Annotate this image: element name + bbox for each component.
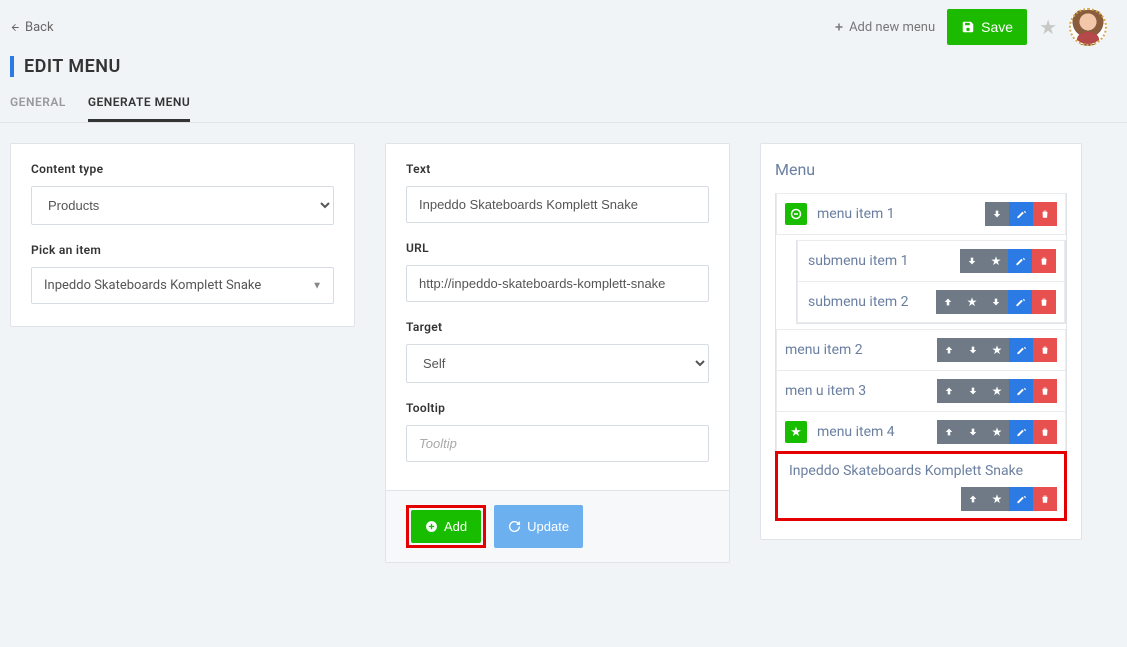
- star-action-icon[interactable]: ★: [960, 290, 984, 314]
- plus-icon: [833, 21, 845, 33]
- move-up-icon[interactable]: [936, 290, 960, 314]
- floppy-icon: [961, 20, 975, 34]
- tree-item-actions: ★: [960, 249, 1056, 273]
- refresh-icon: [508, 520, 521, 533]
- target-select[interactable]: Self: [406, 344, 709, 383]
- tree-item-label: submenu item 2: [808, 294, 926, 310]
- menu-tree-title: Menu: [775, 160, 1067, 179]
- tree-item-actions: ★: [937, 420, 1057, 444]
- add-button[interactable]: Add: [411, 510, 481, 543]
- star-action-icon[interactable]: ★: [985, 338, 1009, 362]
- move-up-icon[interactable]: [937, 420, 961, 444]
- tree-item-label: Inpeddo Skateboards Komplett Snake: [789, 463, 1057, 479]
- tree-item-actions: ★: [936, 290, 1056, 314]
- target-label: Target: [406, 320, 709, 334]
- delete-icon[interactable]: [1032, 249, 1056, 273]
- plus-circle-icon: [425, 520, 438, 533]
- save-label: Save: [981, 19, 1013, 35]
- move-down-icon[interactable]: [985, 202, 1009, 226]
- content-type-panel: Content type Products Pick an item Inped…: [10, 143, 355, 327]
- menu-tree-panel: Menu menu item 1 submenu it: [760, 143, 1082, 540]
- tab-generate-menu[interactable]: GENERATE MENU: [88, 95, 190, 122]
- tree-item-label: menu item 1: [817, 206, 975, 222]
- tab-general[interactable]: GENERAL: [10, 95, 66, 122]
- move-down-icon[interactable]: [960, 249, 984, 273]
- text-label: Text: [406, 162, 709, 176]
- tree-item[interactable]: men u item 3 ★: [776, 370, 1066, 412]
- tree-item-label: submenu item 1: [808, 253, 950, 269]
- tree-item-highlighted[interactable]: Inpeddo Skateboards Komplett Snake ★: [776, 452, 1066, 520]
- url-input[interactable]: [406, 265, 709, 302]
- tree-item[interactable]: menu item 1: [776, 193, 1066, 235]
- update-button[interactable]: Update: [494, 505, 583, 548]
- add-new-menu-link[interactable]: Add new menu: [833, 20, 935, 35]
- edit-icon[interactable]: [1009, 420, 1033, 444]
- move-up-icon[interactable]: [937, 338, 961, 362]
- edit-icon[interactable]: [1009, 202, 1033, 226]
- edit-icon[interactable]: [1009, 487, 1033, 511]
- tree-item[interactable]: ★ menu item 4 ★: [776, 411, 1066, 453]
- arrow-left-icon: [10, 22, 21, 33]
- tree-item[interactable]: submenu item 1 ★: [797, 240, 1065, 282]
- tree-item-label: menu item 4: [817, 424, 927, 440]
- delete-icon[interactable]: [1033, 338, 1057, 362]
- edit-icon[interactable]: [1008, 249, 1032, 273]
- add-button-highlight: Add: [406, 505, 486, 548]
- tree-item-actions: ★: [937, 338, 1057, 362]
- edit-icon[interactable]: [1008, 290, 1032, 314]
- tree-item[interactable]: menu item 2 ★: [776, 329, 1066, 371]
- back-link[interactable]: Back: [10, 20, 54, 35]
- tree-item-actions: ★: [937, 379, 1057, 403]
- star-action-icon[interactable]: ★: [985, 379, 1009, 403]
- edit-icon[interactable]: [1009, 379, 1033, 403]
- update-button-label: Update: [527, 519, 569, 534]
- back-label: Back: [25, 20, 54, 35]
- delete-icon[interactable]: [1033, 420, 1057, 444]
- tree-item-label: menu item 2: [785, 342, 927, 358]
- delete-icon[interactable]: [1033, 487, 1057, 511]
- move-down-icon[interactable]: [984, 290, 1008, 314]
- move-down-icon[interactable]: [961, 338, 985, 362]
- page-title: EDIT MENU: [10, 56, 1117, 77]
- tree-item-actions: [985, 202, 1057, 226]
- url-label: URL: [406, 241, 709, 255]
- pick-item-label: Pick an item: [31, 243, 334, 257]
- delete-icon[interactable]: [1032, 290, 1056, 314]
- star-action-icon[interactable]: ★: [985, 487, 1009, 511]
- edit-icon[interactable]: [1009, 338, 1033, 362]
- pick-item-select[interactable]: Inpeddo Skateboards Komplett Snake: [31, 267, 334, 304]
- move-down-icon[interactable]: [961, 379, 985, 403]
- save-button[interactable]: Save: [947, 9, 1027, 45]
- content-type-label: Content type: [31, 162, 334, 176]
- star-badge-icon: ★: [785, 421, 807, 443]
- star-action-icon[interactable]: ★: [985, 420, 1009, 444]
- content-type-select[interactable]: Products: [31, 186, 334, 225]
- delete-icon[interactable]: [1033, 202, 1057, 226]
- move-up-icon[interactable]: [937, 379, 961, 403]
- move-down-icon[interactable]: [961, 420, 985, 444]
- tree-item[interactable]: submenu item 2 ★: [797, 281, 1065, 323]
- avatar[interactable]: [1069, 8, 1107, 46]
- delete-icon[interactable]: [1033, 379, 1057, 403]
- tree-item-actions: ★: [961, 487, 1057, 511]
- tooltip-label: Tooltip: [406, 401, 709, 415]
- add-new-menu-label: Add new menu: [849, 20, 935, 35]
- add-button-label: Add: [444, 519, 467, 534]
- collapse-icon[interactable]: [785, 203, 807, 225]
- star-action-icon[interactable]: ★: [984, 249, 1008, 273]
- favorite-star-icon[interactable]: ★: [1039, 15, 1057, 39]
- tree-children: submenu item 1 ★ submenu item 2 ★: [796, 240, 1066, 324]
- tooltip-input[interactable]: [406, 425, 709, 462]
- tree-item-label: men u item 3: [785, 383, 927, 399]
- move-up-icon[interactable]: [961, 487, 985, 511]
- item-form-panel: Text URL Target Self Tooltip: [385, 143, 730, 563]
- text-input[interactable]: [406, 186, 709, 223]
